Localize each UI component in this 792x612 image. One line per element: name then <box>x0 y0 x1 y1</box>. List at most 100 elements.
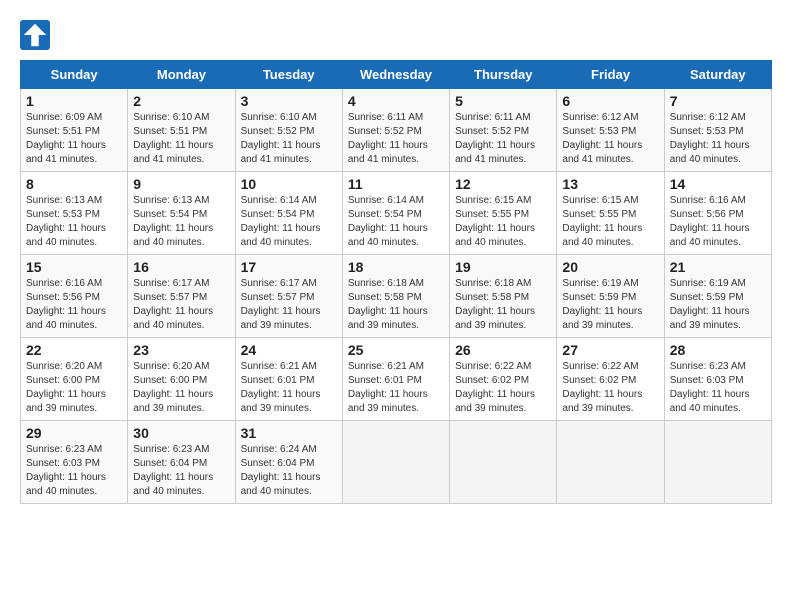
day-info: Sunrise: 6:11 AMSunset: 5:52 PMDaylight:… <box>455 111 551 167</box>
day-info: Sunrise: 6:16 AMSunset: 5:56 PMDaylight:… <box>26 277 122 333</box>
day-cell: 5 Sunrise: 6:11 AMSunset: 5:52 PMDaylight… <box>450 89 557 172</box>
day-info: Sunrise: 6:21 AMSunset: 6:01 PMDaylight:… <box>348 360 444 416</box>
day-info: Sunrise: 6:22 AMSunset: 6:02 PMDaylight:… <box>455 360 551 416</box>
day-cell: 1 Sunrise: 6:09 AMSunset: 5:51 PMDaylight… <box>21 89 128 172</box>
day-info: Sunrise: 6:12 AMSunset: 5:53 PMDaylight:… <box>562 111 658 167</box>
day-info: Sunrise: 6:15 AMSunset: 5:55 PMDaylight:… <box>455 194 551 250</box>
day-number: 19 <box>455 259 551 275</box>
day-number: 12 <box>455 176 551 192</box>
day-number: 7 <box>670 93 766 109</box>
day-info: Sunrise: 6:21 AMSunset: 6:01 PMDaylight:… <box>241 360 337 416</box>
week-row-2: 8Sunrise: 6:13 AMSunset: 5:53 PMDaylight… <box>21 172 772 255</box>
day-number: 31 <box>241 425 337 441</box>
day-number: 22 <box>26 342 122 358</box>
page-header <box>20 20 772 50</box>
day-cell: 6 Sunrise: 6:12 AMSunset: 5:53 PMDaylight… <box>557 89 664 172</box>
logo-icon <box>20 20 50 50</box>
day-info: Sunrise: 6:23 AMSunset: 6:03 PMDaylight:… <box>26 443 122 499</box>
day-cell: 29 Sunrise: 6:23 AMSunset: 6:03 PMDayligh… <box>21 421 128 504</box>
day-cell: 30Sunrise: 6:23 AMSunset: 6:04 PMDayligh… <box>128 421 235 504</box>
day-number: 20 <box>562 259 658 275</box>
day-header-friday: Friday <box>557 61 664 89</box>
day-cell: 17 Sunrise: 6:17 AMSunset: 5:57 PMDayligh… <box>235 255 342 338</box>
day-number: 13 <box>562 176 658 192</box>
day-number: 15 <box>26 259 122 275</box>
day-header-tuesday: Tuesday <box>235 61 342 89</box>
day-info: Sunrise: 6:22 AMSunset: 6:02 PMDaylight:… <box>562 360 658 416</box>
day-number: 25 <box>348 342 444 358</box>
day-info: Sunrise: 6:15 AMSunset: 5:55 PMDaylight:… <box>562 194 658 250</box>
day-info: Sunrise: 6:12 AMSunset: 5:53 PMDaylight:… <box>670 111 766 167</box>
day-cell: 26Sunrise: 6:22 AMSunset: 6:02 PMDayligh… <box>450 338 557 421</box>
day-cell: 20 Sunrise: 6:19 AMSunset: 5:59 PMDayligh… <box>557 255 664 338</box>
day-cell: 19Sunrise: 6:18 AMSunset: 5:58 PMDayligh… <box>450 255 557 338</box>
day-number: 8 <box>26 176 122 192</box>
day-number: 6 <box>562 93 658 109</box>
calendar-table: SundayMondayTuesdayWednesdayThursdayFrid… <box>20 60 772 504</box>
day-number: 27 <box>562 342 658 358</box>
day-info: Sunrise: 6:14 AMSunset: 5:54 PMDaylight:… <box>348 194 444 250</box>
day-number: 29 <box>26 425 122 441</box>
day-cell: 16Sunrise: 6:17 AMSunset: 5:57 PMDayligh… <box>128 255 235 338</box>
day-number: 28 <box>670 342 766 358</box>
day-number: 9 <box>133 176 229 192</box>
day-header-monday: Monday <box>128 61 235 89</box>
week-row-1: 1 Sunrise: 6:09 AMSunset: 5:51 PMDaylight… <box>21 89 772 172</box>
day-info: Sunrise: 6:24 AMSunset: 6:04 PMDaylight:… <box>241 443 337 499</box>
day-cell <box>664 421 771 504</box>
day-info: Sunrise: 6:14 AMSunset: 5:54 PMDaylight:… <box>241 194 337 250</box>
day-info: Sunrise: 6:11 AMSunset: 5:52 PMDaylight:… <box>348 111 444 167</box>
day-cell <box>450 421 557 504</box>
day-number: 14 <box>670 176 766 192</box>
day-cell: 10 Sunrise: 6:14 AMSunset: 5:54 PMDayligh… <box>235 172 342 255</box>
day-number: 2 <box>133 93 229 109</box>
day-cell: 28 Sunrise: 6:23 AMSunset: 6:03 PMDayligh… <box>664 338 771 421</box>
day-header-saturday: Saturday <box>664 61 771 89</box>
day-info: Sunrise: 6:20 AMSunset: 6:00 PMDaylight:… <box>133 360 229 416</box>
day-header-wednesday: Wednesday <box>342 61 449 89</box>
day-number: 17 <box>241 259 337 275</box>
day-info: Sunrise: 6:16 AMSunset: 5:56 PMDaylight:… <box>670 194 766 250</box>
day-info: Sunrise: 6:13 AMSunset: 5:54 PMDaylight:… <box>133 194 229 250</box>
day-info: Sunrise: 6:17 AMSunset: 5:57 PMDaylight:… <box>241 277 337 333</box>
day-cell: 24 Sunrise: 6:21 AMSunset: 6:01 PMDayligh… <box>235 338 342 421</box>
day-number: 4 <box>348 93 444 109</box>
days-header-row: SundayMondayTuesdayWednesdayThursdayFrid… <box>21 61 772 89</box>
day-info: Sunrise: 6:19 AMSunset: 5:59 PMDaylight:… <box>562 277 658 333</box>
day-info: Sunrise: 6:23 AMSunset: 6:03 PMDaylight:… <box>670 360 766 416</box>
day-number: 1 <box>26 93 122 109</box>
day-cell: 21Sunrise: 6:19 AMSunset: 5:59 PMDayligh… <box>664 255 771 338</box>
day-number: 24 <box>241 342 337 358</box>
day-cell: 12 Sunrise: 6:15 AMSunset: 5:55 PMDayligh… <box>450 172 557 255</box>
day-cell: 18 Sunrise: 6:18 AMSunset: 5:58 PMDayligh… <box>342 255 449 338</box>
day-cell: 15 Sunrise: 6:16 AMSunset: 5:56 PMDayligh… <box>21 255 128 338</box>
day-number: 18 <box>348 259 444 275</box>
day-cell: 8Sunrise: 6:13 AMSunset: 5:53 PMDaylight… <box>21 172 128 255</box>
day-cell: 11Sunrise: 6:14 AMSunset: 5:54 PMDayligh… <box>342 172 449 255</box>
day-cell: 2Sunrise: 6:10 AMSunset: 5:51 PMDaylight… <box>128 89 235 172</box>
day-number: 21 <box>670 259 766 275</box>
day-cell: 27 Sunrise: 6:22 AMSunset: 6:02 PMDayligh… <box>557 338 664 421</box>
day-info: Sunrise: 6:18 AMSunset: 5:58 PMDaylight:… <box>348 277 444 333</box>
day-cell: 14 Sunrise: 6:16 AMSunset: 5:56 PMDayligh… <box>664 172 771 255</box>
day-cell: 25 Sunrise: 6:21 AMSunset: 6:01 PMDayligh… <box>342 338 449 421</box>
day-cell: 13 Sunrise: 6:15 AMSunset: 5:55 PMDayligh… <box>557 172 664 255</box>
day-info: Sunrise: 6:09 AMSunset: 5:51 PMDaylight:… <box>26 111 122 167</box>
day-cell <box>342 421 449 504</box>
day-cell: 3 Sunrise: 6:10 AMSunset: 5:52 PMDaylight… <box>235 89 342 172</box>
day-number: 3 <box>241 93 337 109</box>
day-header-thursday: Thursday <box>450 61 557 89</box>
day-cell: 7 Sunrise: 6:12 AMSunset: 5:53 PMDaylight… <box>664 89 771 172</box>
week-row-4: 22 Sunrise: 6:20 AMSunset: 6:00 PMDayligh… <box>21 338 772 421</box>
day-number: 5 <box>455 93 551 109</box>
day-number: 30 <box>133 425 229 441</box>
day-header-sunday: Sunday <box>21 61 128 89</box>
logo <box>20 20 52 50</box>
day-number: 23 <box>133 342 229 358</box>
day-number: 10 <box>241 176 337 192</box>
day-info: Sunrise: 6:10 AMSunset: 5:52 PMDaylight:… <box>241 111 337 167</box>
week-row-3: 15 Sunrise: 6:16 AMSunset: 5:56 PMDayligh… <box>21 255 772 338</box>
day-cell: 22 Sunrise: 6:20 AMSunset: 6:00 PMDayligh… <box>21 338 128 421</box>
day-info: Sunrise: 6:20 AMSunset: 6:00 PMDaylight:… <box>26 360 122 416</box>
day-cell: 23 Sunrise: 6:20 AMSunset: 6:00 PMDayligh… <box>128 338 235 421</box>
